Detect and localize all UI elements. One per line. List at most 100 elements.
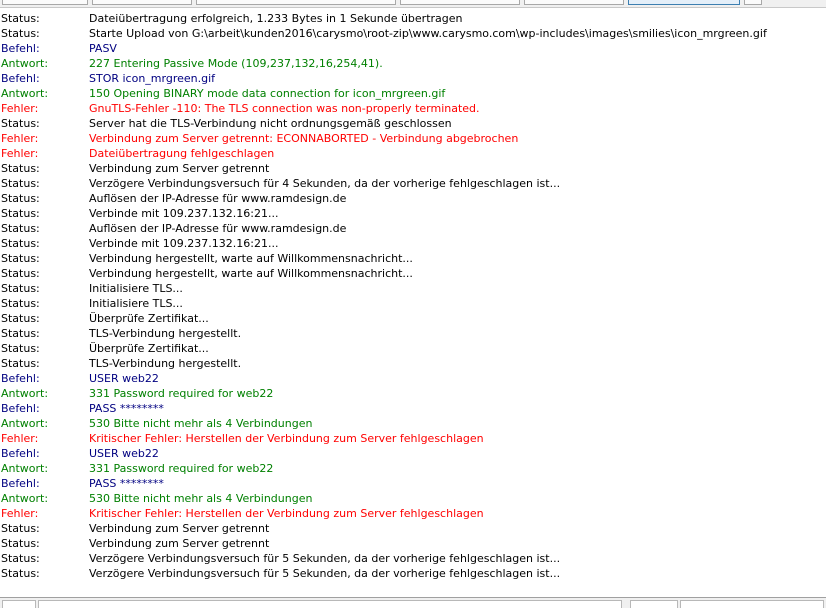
log-line-message: 150 Opening BINARY mode data connection … xyxy=(89,87,446,100)
log-line-type: Status: xyxy=(1,12,40,25)
log-line-message: GnuTLS-Fehler -110: The TLS connection w… xyxy=(89,102,480,115)
log-line-message: Server hat die TLS-Verbindung nicht ordn… xyxy=(89,117,452,130)
log-line-message: USER web22 xyxy=(89,372,159,385)
log-line-type: Status: xyxy=(1,537,40,550)
toolbar-field[interactable] xyxy=(2,0,88,5)
log-line: Status: Verbinde mit 109.237.132.16:21... xyxy=(0,206,826,221)
log-line: Befehl: USER web22 xyxy=(0,446,826,461)
log-line-message: Dateiübertragung fehlgeschlagen xyxy=(89,147,275,160)
log-line-message: Kritischer Fehler: Herstellen der Verbin… xyxy=(89,432,484,445)
log-line-message: Starte Upload von G:\arbeit\kunden2016\c… xyxy=(89,27,767,40)
log-line: Antwort: 150 Opening BINARY mode data con… xyxy=(0,86,826,101)
toolbar-field[interactable] xyxy=(92,0,192,5)
log-line: Befehl: PASS ******** xyxy=(0,476,826,491)
log-line-message: 331 Password required for web22 xyxy=(89,462,274,475)
log-line: Status: Verbindung hergestellt, warte auf… xyxy=(0,266,826,281)
toolbar-field[interactable] xyxy=(524,0,624,5)
log-line-message: Auflösen der IP-Adresse für www.ramdesig… xyxy=(89,222,347,235)
log-line-type: Status: xyxy=(1,567,40,580)
log-line: Status: Starte Upload von G:\arbeit\kunde… xyxy=(0,26,826,41)
log-line: Status: Dateiübertragung erfolgreich, 1.2… xyxy=(0,11,826,26)
log-line: Befehl: PASS ******** xyxy=(0,401,826,416)
log-line-type: Status: xyxy=(1,117,40,130)
log-line-type: Antwort: xyxy=(1,417,49,430)
log-line-type: Status: xyxy=(1,297,40,310)
log-line-message: PASS ******** xyxy=(89,402,164,415)
log-line: Status: TLS-Verbindung hergestellt. xyxy=(0,356,826,371)
log-line: Status: Verbindung zum Server getrennt xyxy=(0,161,826,176)
log-line-message: 331 Password required for web22 xyxy=(89,387,274,400)
log-line: Status: Verzögere Verbindungsversuch für … xyxy=(0,566,826,581)
log-line-type: Status: xyxy=(1,312,40,325)
log-line-message: Verbindung zum Server getrennt xyxy=(89,522,270,535)
log-line-type: Fehler: xyxy=(1,132,39,145)
log-line: Status: Initialisiere TLS... xyxy=(0,281,826,296)
log-line-message: PASV xyxy=(89,42,117,55)
toolbar-strip xyxy=(0,0,826,8)
log-line-type: Status: xyxy=(1,207,40,220)
log-line-message: Kritischer Fehler: Herstellen der Verbin… xyxy=(89,507,484,520)
log-line-type: Status: xyxy=(1,252,40,265)
log-line-type: Status: xyxy=(1,27,40,40)
log-line: Antwort: 530 Bitte nicht mehr als 4 Verbi… xyxy=(0,491,826,506)
log-line-type: Status: xyxy=(1,552,40,565)
log-line-type: Status: xyxy=(1,237,40,250)
log-line: Befehl: STOR icon_mrgreen.gif xyxy=(0,71,826,86)
log-line-type: Status: xyxy=(1,222,40,235)
log-line: Antwort: 530 Bitte nicht mehr als 4 Verbi… xyxy=(0,416,826,431)
log-line: Fehler: GnuTLS-Fehler -110: The TLS conne… xyxy=(0,101,826,116)
log-line-type: Befehl: xyxy=(1,402,40,415)
quickconnect-button[interactable] xyxy=(628,0,740,5)
log-line-type: Antwort: xyxy=(1,462,49,475)
log-line-type: Status: xyxy=(1,357,40,370)
log-line-type: Antwort: xyxy=(1,57,49,70)
log-line: Status: Initialisiere TLS... xyxy=(0,296,826,311)
log-line-message: PASS ******** xyxy=(89,477,164,490)
log-line-type: Antwort: xyxy=(1,387,49,400)
log-line-type: Status: xyxy=(1,177,40,190)
log-line-message: Verbindung hergestellt, warte auf Willko… xyxy=(89,252,413,265)
log-line-type: Status: xyxy=(1,327,40,340)
log-line-type: Fehler: xyxy=(1,432,39,445)
log-line-type: Antwort: xyxy=(1,87,49,100)
log-line: Status: Verbinde mit 109.237.132.16:21... xyxy=(0,236,826,251)
log-line-type: Fehler: xyxy=(1,102,39,115)
log-line-type: Status: xyxy=(1,522,40,535)
quickconnect-dropdown-button[interactable] xyxy=(744,0,762,5)
log-line: Antwort: 331 Password required for web22 xyxy=(0,386,826,401)
log-line: Antwort: 227 Entering Passive Mode (109,2… xyxy=(0,56,826,71)
log-line-message: Verbindung zum Server getrennt: ECONNABO… xyxy=(89,132,519,145)
log-line-type: Befehl: xyxy=(1,447,40,460)
log-line-message: TLS-Verbindung hergestellt. xyxy=(89,357,242,370)
log-line-message: Verbinde mit 109.237.132.16:21... xyxy=(89,207,279,220)
log-line-message: 530 Bitte nicht mehr als 4 Verbindungen xyxy=(89,492,313,505)
toolbar-field[interactable] xyxy=(400,0,520,5)
log-line: Status: TLS-Verbindung hergestellt. xyxy=(0,326,826,341)
log-line-message: Initialisiere TLS... xyxy=(89,297,183,310)
log-line-message: Verzögere Verbindungsversuch für 5 Sekun… xyxy=(89,567,561,580)
log-line-message: Verbindung zum Server getrennt xyxy=(89,162,270,175)
log-line-message: Initialisiere TLS... xyxy=(89,282,183,295)
log-line: Status: Verbindung hergestellt, warte auf… xyxy=(0,251,826,266)
log-line-message: Verbindung hergestellt, warte auf Willko… xyxy=(89,267,413,280)
log-line-type: Befehl: xyxy=(1,477,40,490)
log-line: Befehl: USER web22 xyxy=(0,371,826,386)
log-line: Antwort: 331 Password required for web22 xyxy=(0,461,826,476)
log-line-message: TLS-Verbindung hergestellt. xyxy=(89,327,242,340)
toolbar-field[interactable] xyxy=(196,0,396,5)
log-line: Status: Verbindung zum Server getrennt xyxy=(0,536,826,551)
log-line-type: Status: xyxy=(1,162,40,175)
log-line-message: Überprüfe Zertifikat... xyxy=(89,342,209,355)
log-line: Status: Überprüfe Zertifikat... xyxy=(0,311,826,326)
log-line: Status: Auflösen der IP-Adresse für www.r… xyxy=(0,191,826,206)
log-line-type: Status: xyxy=(1,342,40,355)
log-line-type: Status: xyxy=(1,282,40,295)
log-line-message: STOR icon_mrgreen.gif xyxy=(89,72,216,85)
log-line: Fehler: Dateiübertragung fehlgeschlagen xyxy=(0,146,826,161)
message-log[interactable]: Status: Dateiübertragung erfolgreich, 1.2… xyxy=(0,11,826,594)
log-line-type: Fehler: xyxy=(1,147,39,160)
log-line: Status: Überprüfe Zertifikat... xyxy=(0,341,826,356)
log-line: Status: Verzögere Verbindungsversuch für … xyxy=(0,551,826,566)
panes-divider[interactable] xyxy=(0,597,826,608)
log-line-message: Verzögere Verbindungsversuch für 4 Sekun… xyxy=(89,177,561,190)
